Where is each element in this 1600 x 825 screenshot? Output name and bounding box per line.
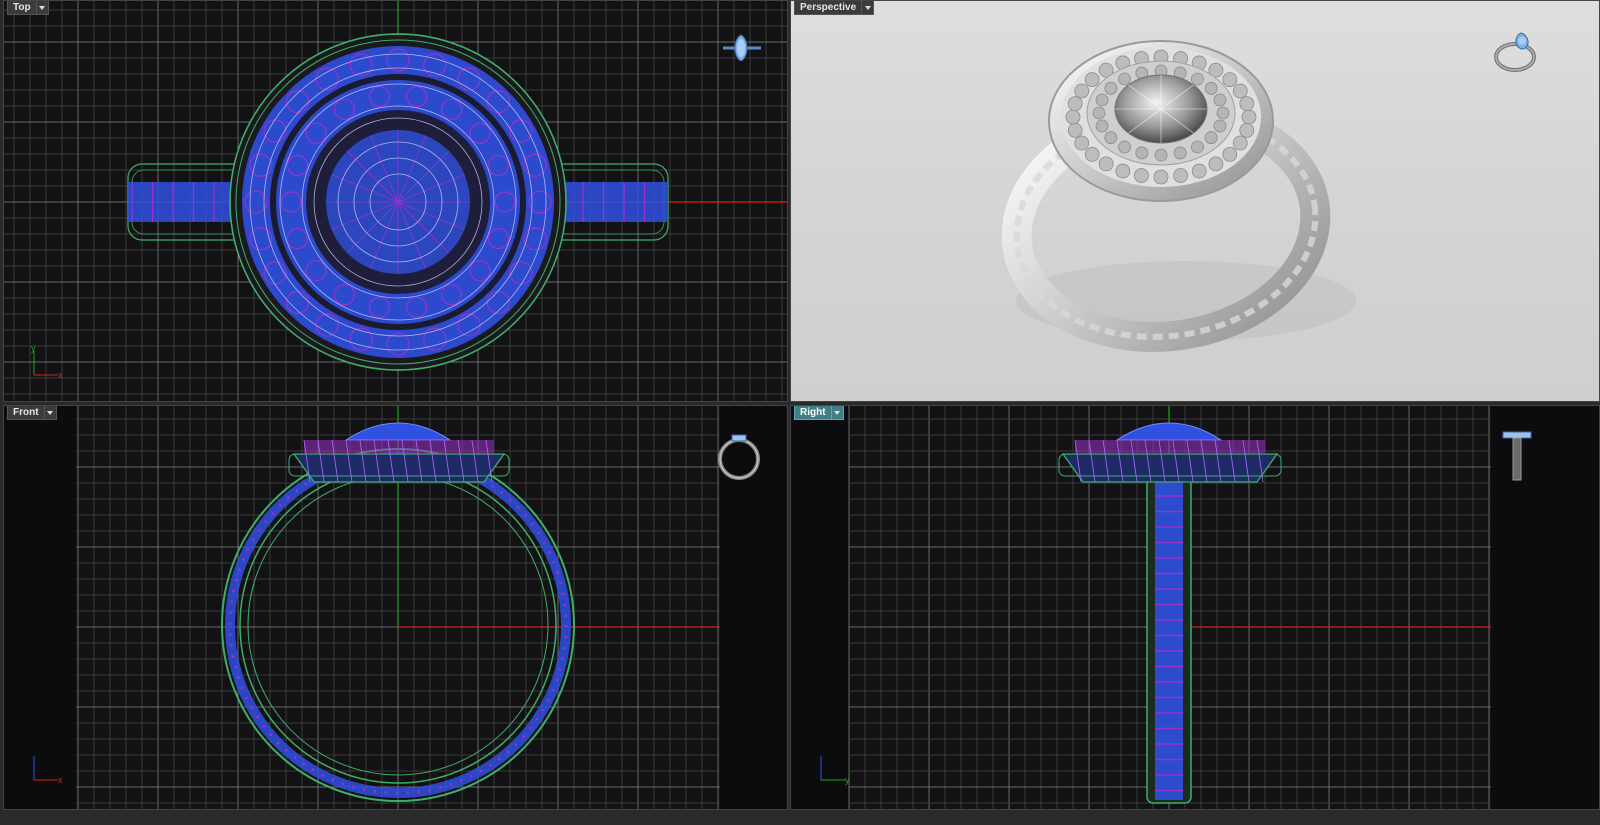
inner-halo-diamond [1104,81,1118,95]
center-stone-crown [1115,422,1223,441]
front-viewport-tab[interactable]: Front [7,406,57,420]
top-axis-y-label: y [31,343,36,353]
top-viewport-tab[interactable]: Top [7,1,49,15]
chevron-down-icon[interactable] [44,406,57,420]
front-axis-indicator: x [33,756,63,785]
halo-diamond [1134,168,1149,183]
right-axis-y-label: y [845,775,850,785]
halo-diamond [1067,122,1083,138]
inner-halo-diamond [1213,93,1227,107]
right-viewport-tab[interactable]: Right [794,406,844,420]
chevron-down-icon[interactable] [831,406,844,420]
inner-halo-diamond [1216,106,1230,120]
halo-diamond [1065,109,1081,125]
halo-diamond [1098,156,1114,172]
front-viewport-label[interactable]: Front [7,406,45,420]
ring-navigation-icon[interactable] [1491,19,1543,75]
halo-diamond [1232,83,1248,99]
halo-diamond [1239,96,1255,112]
top-viewport-label[interactable]: Top [7,1,37,15]
top-axis-indicator: y x [31,343,63,380]
inner-halo-diamond [1095,93,1109,107]
halo-diamond [1241,109,1257,125]
halo-diamond [1084,72,1100,87]
top-viewport[interactable]: Top y x [3,0,788,402]
right-viewport[interactable]: Right y [790,405,1600,810]
inner-halo-diamond [1154,148,1168,162]
front-axis-x-label: x [58,775,63,785]
inner-halo-diamond [1118,72,1131,86]
halo-diamond [1222,72,1238,87]
right-wireframe-scene [791,406,1599,809]
halo-diamond [1074,83,1090,99]
halo-diamond [1115,163,1131,179]
inner-halo-diamond [1191,72,1204,86]
chevron-down-icon[interactable] [36,1,49,15]
inner-halo-diamond [1135,146,1149,160]
rendered-ring-scene [1001,40,1356,352]
inner-halo-diamond [1092,106,1106,120]
halo-diamond [1222,147,1238,162]
halo-diamond [1067,96,1083,112]
perspective-viewport-tab[interactable]: Perspective [794,1,875,15]
halo-diamond [1074,135,1090,151]
halo-diamond [1208,156,1224,172]
inner-halo-diamond [1213,119,1227,133]
halo-diamond [1084,147,1100,162]
ring-side-navigation-icon[interactable] [716,428,762,484]
inner-halo-diamond [1095,119,1109,133]
right-axis-indicator: y [820,756,850,785]
inner-halo-diamond [1204,131,1218,145]
perspective-viewport-label[interactable]: Perspective [794,1,863,15]
halo-diamond [1239,122,1255,138]
pear-stone-navigation-icon[interactable] [719,31,765,65]
center-stone-crown [344,422,452,441]
perspective-viewport[interactable]: Perspective [790,0,1600,402]
halo-setting [1061,453,1279,483]
front-wireframe-scene [4,406,787,809]
chevron-down-icon[interactable] [862,1,875,15]
inner-halo-diamond [1118,140,1131,154]
halo-diamond [1232,135,1248,151]
top-axis-x-label: x [58,370,63,380]
halo-diamond [1173,168,1188,183]
halo-diamond [1191,163,1207,179]
inner-halo-diamond [1104,131,1118,145]
inner-halo-diamond [1173,146,1187,160]
top-wireframe-scene [4,1,787,401]
shank-channel [1155,482,1183,800]
right-viewport-label[interactable]: Right [794,406,832,420]
ring-profile-navigation-icon[interactable] [1501,426,1535,484]
inner-halo-diamond [1204,81,1218,95]
inner-halo-diamond [1191,140,1204,154]
halo-diamond [1153,169,1169,185]
halo-setting [292,453,506,483]
front-viewport[interactable]: Front x [3,405,788,810]
